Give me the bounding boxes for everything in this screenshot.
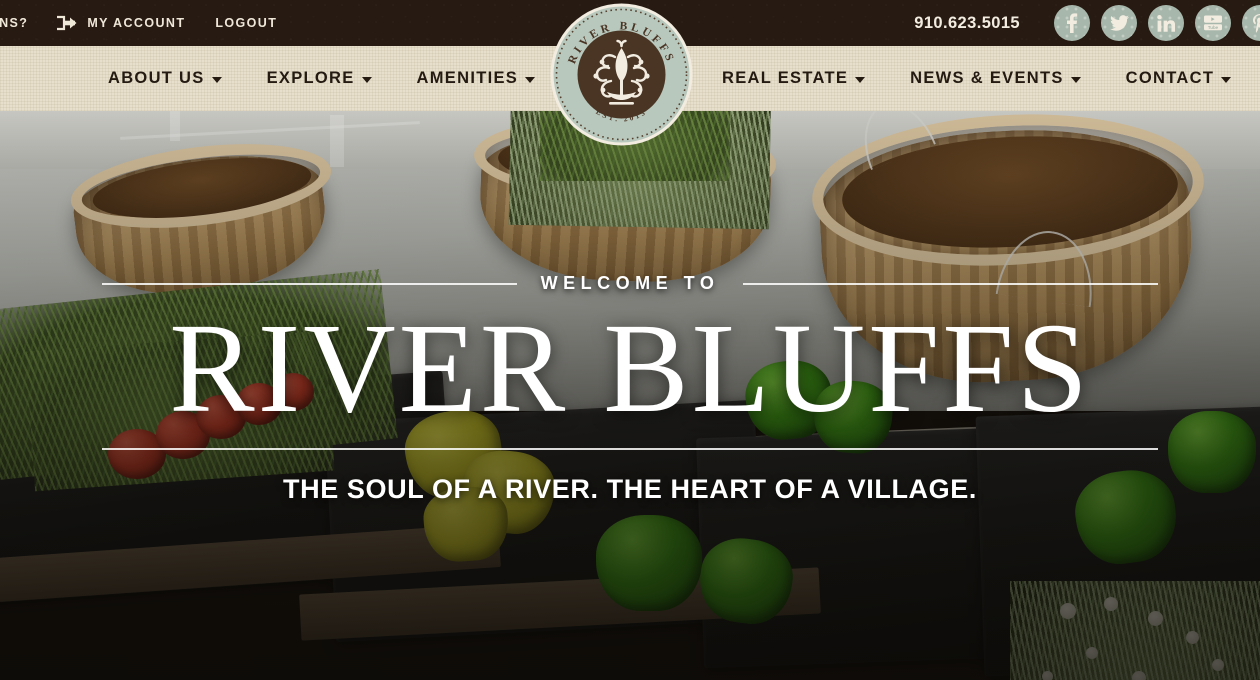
phone-number[interactable]: 910.623.5015 [914, 14, 1020, 33]
page-root: ONS? MY ACCOUNT LOGOUT 910.623.5015 [0, 0, 1260, 680]
pinterest-icon[interactable] [1242, 5, 1260, 41]
chevron-down-icon [525, 77, 536, 83]
chevron-down-icon [211, 77, 222, 83]
river-bluffs-logo-icon: RIVER BLUFFS EST. 2013 [550, 3, 693, 146]
nav-item-about-us[interactable]: ABOUT US [108, 63, 222, 94]
linkedin-icon[interactable] [1148, 5, 1184, 41]
hero-tagline: THE SOUL OF A RIVER. THE HEART OF A VILL… [283, 474, 977, 504]
hero-eyebrow: WELCOME TO [540, 273, 720, 293]
logout-label: LOGOUT [215, 16, 278, 30]
nav-left-group: ABOUT US EXPLORE AMENITIES [108, 63, 536, 94]
facebook-icon[interactable] [1054, 5, 1090, 41]
chevron-down-icon [1070, 77, 1081, 83]
chevron-down-icon [361, 77, 372, 83]
nav-item-real-estate[interactable]: REAL ESTATE [722, 63, 866, 94]
hero-eyebrow-row: WELCOME TO [102, 273, 1159, 294]
top-bar-right-group: 910.623.5015 Tube [914, 0, 1260, 46]
hero-section: WELCOME TO RIVER BLUFFS THE SOUL OF A RI… [0, 111, 1260, 680]
nav-item-explore[interactable]: EXPLORE [267, 63, 372, 94]
chevron-down-icon [855, 77, 866, 83]
login-icon [56, 14, 78, 32]
nav-item-contact[interactable]: CONTACT [1126, 63, 1232, 94]
hero-text-block: WELCOME TO RIVER BLUFFS THE SOUL OF A RI… [0, 111, 1260, 680]
hero-divider-rule [102, 448, 1158, 450]
nav-label-explore: EXPLORE [266, 69, 355, 87]
logout-link[interactable]: LOGOUT [215, 16, 277, 30]
nav-label-about-us: ABOUT US [108, 69, 205, 87]
site-logo[interactable]: RIVER BLUFFS EST. 2013 [549, 2, 694, 147]
hero-title: RIVER BLUFFS [169, 297, 1091, 439]
my-account-label: MY ACCOUNT [87, 16, 186, 30]
my-account-link[interactable]: MY ACCOUNT [56, 14, 185, 32]
questions-label: ONS? [0, 16, 29, 30]
nav-label-real-estate: REAL ESTATE [722, 69, 849, 87]
nav-item-amenities[interactable]: AMENITIES [417, 63, 536, 94]
eyebrow-rule-right [743, 282, 1159, 285]
nav-label-news-events: NEWS & EVENTS [910, 69, 1064, 87]
nav-right-group: REAL ESTATE NEWS & EVENTS CONTACT [722, 63, 1232, 94]
eyebrow-rule-left [102, 282, 517, 285]
youtube-icon[interactable]: Tube [1195, 5, 1231, 41]
twitter-icon[interactable] [1101, 5, 1137, 41]
nav-label-contact: CONTACT [1125, 69, 1215, 87]
svg-text:Tube: Tube [1208, 25, 1219, 30]
nav-item-news-events[interactable]: NEWS & EVENTS [910, 63, 1081, 94]
nav-label-amenities: AMENITIES [416, 69, 519, 87]
chevron-down-icon [1221, 77, 1232, 83]
social-links: Tube [1054, 5, 1260, 41]
top-bar-left-group: ONS? MY ACCOUNT LOGOUT [0, 0, 277, 46]
